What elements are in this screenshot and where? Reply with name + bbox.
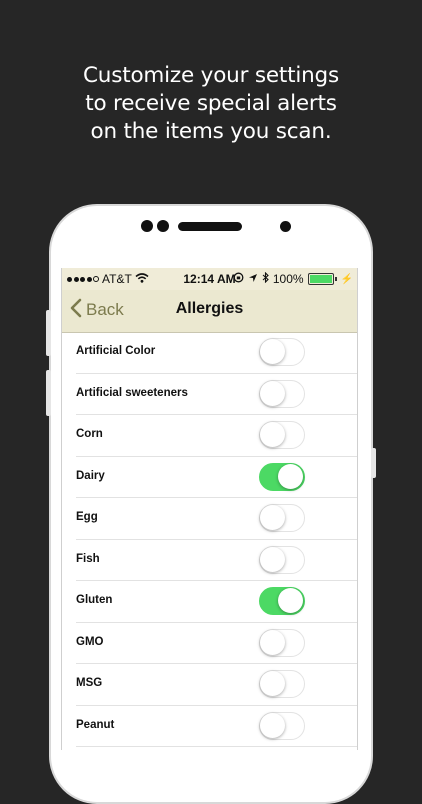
- toggle-switch[interactable]: [259, 338, 305, 366]
- list-item: Egg: [76, 498, 357, 540]
- item-label: Dairy: [76, 469, 105, 482]
- list-item: Gluten: [76, 581, 357, 623]
- item-label: Egg: [76, 511, 98, 523]
- item-label: GMO: [76, 635, 104, 648]
- phone-sensor: [141, 220, 153, 232]
- list-item: Fish: [76, 540, 357, 581]
- phone-speaker: [178, 222, 242, 231]
- toggle-knob: [260, 505, 285, 530]
- page-title: Allergies: [175, 300, 244, 317]
- toggle-switch[interactable]: [259, 545, 305, 574]
- toggle-knob: [260, 629, 285, 655]
- status-right: 100% ⚡: [233, 271, 353, 286]
- location-icon: [248, 272, 258, 286]
- phone-front-camera: [280, 221, 291, 232]
- item-label: Artificial Color: [76, 345, 156, 357]
- toggle-knob: [278, 463, 303, 489]
- toggle-switch[interactable]: [259, 462, 305, 491]
- headline-line: Customize your settings: [82, 63, 339, 88]
- list-item: Artificial Color: [76, 332, 357, 374]
- headline-line: on the items you scan.: [90, 119, 332, 144]
- phone-side-button: [46, 370, 51, 416]
- headline-line: to receive special alerts: [85, 91, 337, 116]
- rotation-lock-icon: [233, 272, 244, 286]
- toggle-knob: [260, 380, 285, 406]
- toggle-switch[interactable]: [259, 504, 305, 532]
- toggle-switch[interactable]: [259, 670, 305, 698]
- item-label: Fish: [76, 552, 100, 565]
- phone-power-button: [371, 448, 376, 478]
- battery-icon: [307, 273, 334, 285]
- toggle-knob: [278, 588, 303, 613]
- charging-icon: ⚡: [340, 273, 353, 285]
- list-item: MSG: [76, 664, 357, 706]
- toggle-switch[interactable]: [259, 379, 305, 408]
- list-item: Peanut: [76, 706, 357, 747]
- app-screen: AT&T 12:14 AM 100% ⚡ Back Allergies Arti…: [61, 268, 358, 750]
- toggle-knob: [260, 422, 285, 447]
- phone-camera: [157, 220, 169, 232]
- status-bar: AT&T 12:14 AM 100% ⚡: [62, 268, 357, 290]
- toggle-knob: [260, 671, 285, 696]
- bluetooth-icon: [262, 271, 269, 286]
- toggle-knob: [260, 546, 285, 572]
- list-item: Corn: [76, 415, 357, 457]
- allergy-list: Artificial Color Artificial sweeteners Cor…: [62, 332, 357, 747]
- toggle-knob: [260, 712, 285, 738]
- promo-headline: Customize your settings to receive speci…: [0, 62, 422, 146]
- item-label: Artificial sweeteners: [76, 386, 188, 399]
- phone-side-button: [46, 310, 51, 356]
- item-label: MSG: [76, 677, 103, 689]
- item-label: Peanut: [76, 718, 115, 731]
- battery-percent: 100%: [272, 272, 304, 286]
- item-label: Gluten: [76, 594, 113, 606]
- toggle-switch[interactable]: [259, 711, 305, 740]
- list-item: Dairy: [76, 457, 357, 498]
- toggle-switch[interactable]: [259, 587, 305, 615]
- toggle-switch[interactable]: [259, 628, 305, 657]
- toggle-knob: [260, 339, 285, 364]
- list-item: Artificial sweeteners: [76, 374, 357, 415]
- item-label: Corn: [76, 428, 103, 440]
- battery-tip: [334, 277, 337, 281]
- toggle-switch[interactable]: [259, 421, 305, 449]
- navigation-bar: Back Allergies: [62, 290, 357, 333]
- list-item: GMO: [76, 623, 357, 664]
